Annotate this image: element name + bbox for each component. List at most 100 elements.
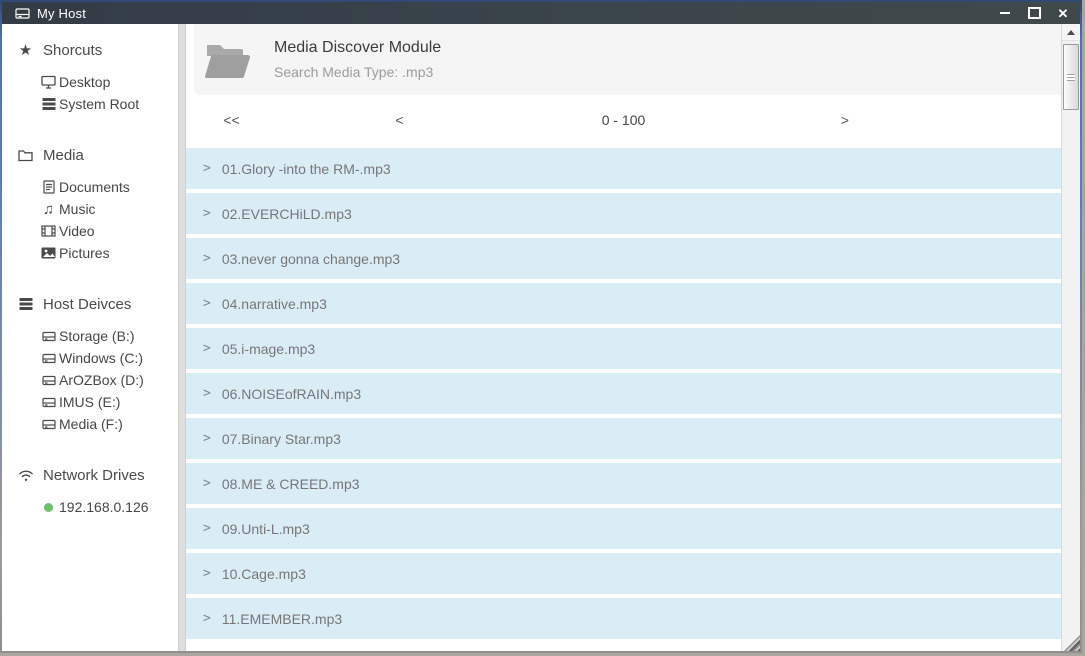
file-name: 02.EVERCHiLD.mp3: [222, 206, 352, 222]
sidebar-item-label: ArOZBox (D:): [59, 372, 144, 388]
file-name: 04.narrative.mp3: [222, 296, 327, 312]
window-title: My Host: [37, 6, 86, 21]
drive-icon: [40, 372, 57, 388]
file-row[interactable]: > 10.Cage.mp3: [186, 553, 1061, 594]
close-button[interactable]: ✕: [1056, 6, 1070, 20]
pagination-prev-button[interactable]: <: [387, 108, 411, 132]
file-row[interactable]: > 09.Unti-L.mp3: [186, 508, 1061, 549]
wifi-icon: [17, 467, 34, 483]
sidebar-item-label: Pictures: [59, 245, 110, 261]
file-row[interactable]: > 08.ME & CREED.mp3: [186, 463, 1061, 504]
sidebar-item-drive-d[interactable]: ArOZBox (D:): [40, 369, 178, 391]
chevron-right-icon: >: [203, 386, 211, 401]
pagination-first-button[interactable]: <<: [215, 108, 247, 132]
maximize-button[interactable]: [1027, 6, 1041, 20]
sidebar-item-label: Video: [59, 223, 95, 239]
minimize-icon: [1000, 12, 1010, 14]
file-name: 10.Cage.mp3: [222, 566, 306, 582]
sidebar-item-label: Desktop: [59, 74, 110, 90]
server-stack-icon: [17, 296, 34, 312]
chevron-right-icon: >: [203, 566, 211, 581]
sidebar-item-documents[interactable]: Documents: [40, 176, 178, 198]
sidebar-section-shortcuts: ★ Shorcuts Desktop: [2, 40, 178, 115]
sidebar-item-label: Music: [59, 201, 96, 217]
sidebar-header-media[interactable]: Media: [2, 145, 178, 165]
sidebar: ★ Shorcuts Desktop: [2, 24, 178, 651]
sidebar-header-shortcuts[interactable]: ★ Shorcuts: [2, 40, 178, 60]
file-row[interactable]: > 03.never gonna change.mp3: [186, 238, 1061, 279]
file-name: 08.ME & CREED.mp3: [222, 476, 360, 492]
file-row[interactable]: > 02.EVERCHiLD.mp3: [186, 193, 1061, 234]
file-name: 05.i-mage.mp3: [222, 341, 315, 357]
chevron-right-icon: >: [203, 251, 211, 266]
sidebar-header-label: Network Drives: [43, 467, 145, 484]
sidebar-section-network-drives: Network Drives 192.168.0.126: [2, 465, 178, 518]
document-icon: [40, 179, 57, 195]
module-header: Media Discover Module Search Media Type:…: [194, 24, 1061, 95]
chevron-right-icon: >: [203, 476, 211, 491]
picture-icon: [40, 245, 57, 261]
sidebar-item-drive-b[interactable]: Storage (B:): [40, 325, 178, 347]
sidebar-item-label: Windows (C:): [59, 350, 143, 366]
sidebar-item-label: Storage (B:): [59, 328, 134, 344]
sidebar-item-drive-f[interactable]: Media (F:): [40, 413, 178, 435]
drive-icon: [40, 328, 57, 344]
module-subtitle: Search Media Type: .mp3: [274, 64, 441, 80]
sidebar-item-label: Media (F:): [59, 416, 123, 432]
sidebar-item-desktop[interactable]: Desktop: [40, 71, 178, 93]
app-window: My Host ✕ ★ Shorcuts: [0, 0, 1082, 653]
pagination-bar: << < 0 - 100 >: [186, 95, 1061, 145]
sidebar-item-music[interactable]: ♫ Music: [40, 198, 178, 220]
host-drive-icon: [15, 7, 30, 20]
chevron-right-icon: >: [203, 611, 211, 626]
sidebar-divider: [178, 24, 186, 651]
sidebar-item-network-host[interactable]: 192.168.0.126: [40, 496, 178, 518]
file-name: 11.EMEMBER.mp3: [222, 611, 342, 627]
file-name: 06.NOISEofRAIN.mp3: [222, 386, 361, 402]
window-body: ★ Shorcuts Desktop: [2, 24, 1080, 651]
maximize-icon: [1028, 7, 1041, 19]
monitor-icon: [40, 74, 57, 90]
file-name: 09.Unti-L.mp3: [222, 521, 310, 537]
scrollbar-thumb[interactable]: [1063, 44, 1079, 110]
chevron-right-icon: >: [203, 296, 211, 311]
sidebar-header-host-devices[interactable]: Host Deivces: [2, 294, 178, 314]
file-row[interactable]: > 11.EMEMBER.mp3: [186, 598, 1061, 639]
minimize-button[interactable]: [998, 6, 1012, 20]
sidebar-section-host-devices: Host Deivces Storage (B:): [2, 294, 178, 435]
sidebar-section-media: Media Documents ♫ Music: [2, 145, 178, 264]
scrollbar-grip-icon: [1067, 74, 1075, 81]
file-row[interactable]: > 01.Glory -into the RM-.mp3: [186, 148, 1061, 189]
chevron-right-icon: >: [203, 206, 211, 221]
pagination-next-button[interactable]: >: [833, 108, 857, 132]
sidebar-item-pictures[interactable]: Pictures: [40, 242, 178, 264]
sidebar-item-system-root[interactable]: System Root: [40, 93, 178, 115]
server-stack-icon: [40, 96, 57, 112]
file-row[interactable]: > 07.Binary Star.mp3: [186, 418, 1061, 459]
file-row[interactable]: > 06.NOISEofRAIN.mp3: [186, 373, 1061, 414]
file-row[interactable]: > 04.narrative.mp3: [186, 283, 1061, 324]
window-controls: ✕: [998, 6, 1070, 20]
sidebar-item-drive-c[interactable]: Windows (C:): [40, 347, 178, 369]
sidebar-header-label: Media: [43, 147, 84, 164]
file-name: 03.never gonna change.mp3: [222, 251, 400, 267]
chevron-right-icon: >: [203, 431, 211, 446]
file-row[interactable]: > 05.i-mage.mp3: [186, 328, 1061, 369]
pagination-range-label: 0 - 100: [594, 108, 654, 132]
sidebar-item-drive-e[interactable]: IMUS (E:): [40, 391, 178, 413]
sidebar-item-video[interactable]: Video: [40, 220, 178, 242]
file-name: 07.Binary Star.mp3: [222, 431, 341, 447]
chevron-right-icon: >: [203, 161, 211, 176]
arrow-up-icon: [1067, 30, 1075, 35]
scroll-up-button[interactable]: [1062, 24, 1080, 41]
vertical-scrollbar[interactable]: [1061, 24, 1080, 651]
sidebar-header-network-drives[interactable]: Network Drives: [2, 465, 178, 485]
drive-icon: [40, 416, 57, 432]
online-status-icon: [40, 499, 57, 515]
module-title: Media Discover Module: [274, 39, 441, 57]
sidebar-item-label: 192.168.0.126: [59, 499, 149, 515]
star-icon: ★: [17, 42, 34, 58]
open-folder-icon: [204, 39, 252, 80]
window-resize-grip[interactable]: [1064, 635, 1080, 651]
file-list: > 01.Glory -into the RM-.mp3 > 02.EVERCH…: [186, 145, 1061, 651]
